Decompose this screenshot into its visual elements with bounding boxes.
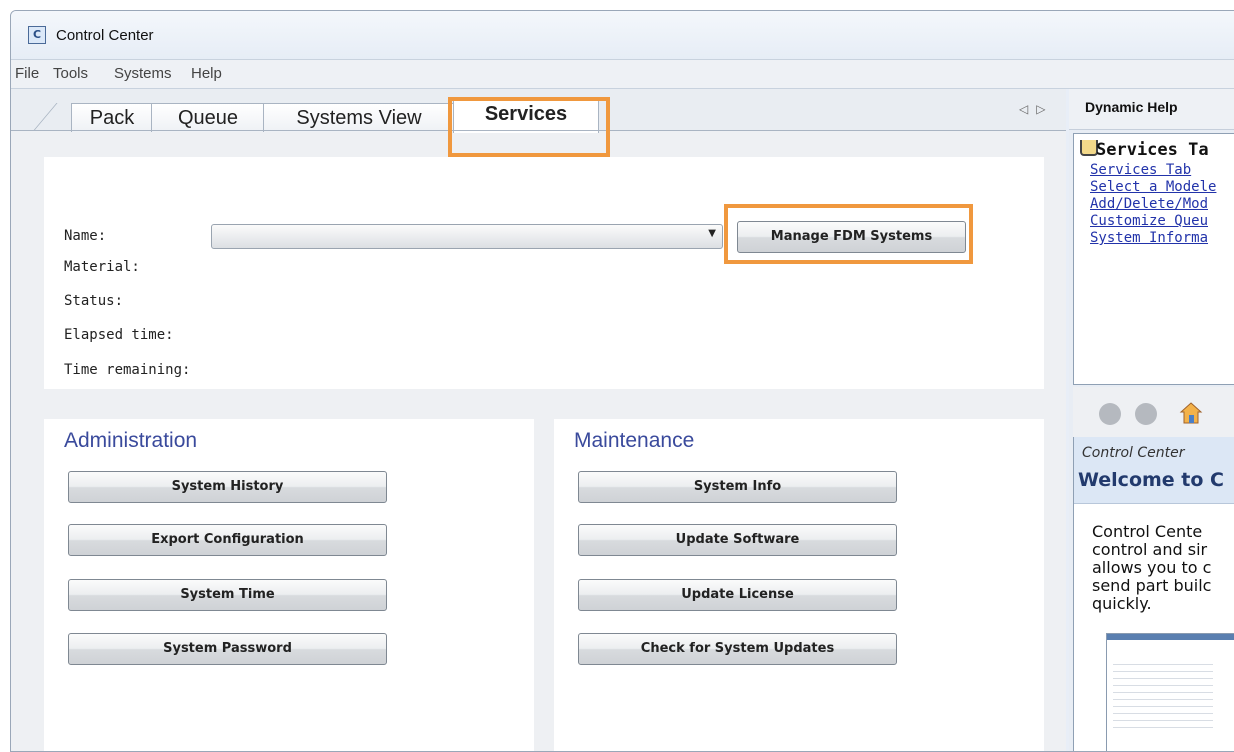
forward-arrow-icon[interactable] <box>1135 403 1157 425</box>
material-label: Material: <box>64 259 140 275</box>
dropdown-arrow-icon: ▼ <box>708 228 716 239</box>
help-link-add-delete-modify[interactable]: Add/Delete/Mod <box>1090 196 1208 212</box>
tab-queue[interactable]: Queue <box>151 103 265 132</box>
administration-section: Administration System History Export Con… <box>44 419 534 751</box>
menu-tools[interactable]: Tools <box>53 65 88 82</box>
elapsed-time-label: Elapsed time: <box>64 327 174 343</box>
help-link-system-information[interactable]: System Informa <box>1090 230 1208 246</box>
help-content-panel: Control Center Welcome to C Control Cent… <box>1073 437 1234 751</box>
control-center-window: C Control Center File Tools Systems Help… <box>10 10 1234 752</box>
help-banner-subtitle: Control Center <box>1082 445 1185 461</box>
system-time-button[interactable]: System Time <box>68 579 387 611</box>
update-software-button[interactable]: Update Software <box>578 524 897 556</box>
help-link-services-tab[interactable]: Services Tab <box>1090 162 1191 178</box>
help-topics-panel: Services Ta Services Tab Select a Modele… <box>1073 133 1234 385</box>
home-icon[interactable] <box>1179 401 1203 425</box>
maintenance-title: Maintenance <box>574 429 695 452</box>
tab-scroll-right-icon[interactable]: ▷ <box>1036 102 1053 116</box>
help-body-line: Control Cente <box>1092 522 1203 541</box>
system-history-button[interactable]: System History <box>68 471 387 503</box>
services-tab-highlight <box>448 97 610 157</box>
name-label: Name: <box>64 228 107 244</box>
help-banner: Control Center Welcome to C <box>1074 437 1234 504</box>
menu-bar: File Tools Systems Help <box>11 59 1234 89</box>
help-link-customize-queue[interactable]: Customize Queu <box>1090 213 1208 229</box>
dynamic-help-header: Dynamic Help <box>1069 89 1234 130</box>
help-body-line: quickly. <box>1092 594 1152 613</box>
dynamic-help-title: Dynamic Help <box>1085 99 1178 115</box>
tab-scroll-arrows: ◁▷ <box>1019 102 1053 116</box>
help-body-line: send part builc <box>1092 576 1212 595</box>
main-pane: Pack Queue Systems View Services ◁▷ Name… <box>11 89 1066 751</box>
check-for-system-updates-button[interactable]: Check for System Updates <box>578 633 897 665</box>
help-body-line: allows you to c <box>1092 558 1212 577</box>
export-configuration-button[interactable]: Export Configuration <box>68 524 387 556</box>
tab-systems-view[interactable]: Systems View <box>263 103 455 132</box>
update-license-button[interactable]: Update License <box>578 579 897 611</box>
administration-title: Administration <box>64 429 198 452</box>
help-body-text: Control Cente control and sir allows you… <box>1092 523 1234 613</box>
help-heading: Services Ta <box>1096 140 1209 160</box>
system-info-panel: Name: Material: Status: Elapsed time: Ti… <box>44 157 1044 389</box>
system-password-button[interactable]: System Password <box>68 633 387 665</box>
menu-systems[interactable]: Systems <box>114 65 172 82</box>
menu-file[interactable]: File <box>15 65 39 82</box>
maintenance-section: Maintenance System Info Update Software … <box>554 419 1044 751</box>
time-remaining-label: Time remaining: <box>64 362 191 378</box>
system-info-button[interactable]: System Info <box>578 471 897 503</box>
tab-scroll-left-icon[interactable]: ◁ <box>1019 102 1036 116</box>
help-link-select-modeler[interactable]: Select a Modele <box>1090 179 1216 195</box>
manage-button-highlight <box>724 204 973 264</box>
back-arrow-icon[interactable] <box>1099 403 1121 425</box>
help-navigation-bar <box>1073 387 1234 437</box>
menu-help[interactable]: Help <box>191 65 222 82</box>
system-name-select[interactable]: ▼ <box>211 224 723 249</box>
help-banner-title: Welcome to C <box>1078 469 1224 491</box>
dynamic-help-pane: Dynamic Help Services Ta Services Tab Se… <box>1069 89 1234 751</box>
title-bar: C Control Center <box>11 11 1234 59</box>
control-center-app-icon: C <box>28 26 46 44</box>
window-title: Control Center <box>56 27 154 44</box>
status-label: Status: <box>64 293 124 309</box>
help-body-line: control and sir <box>1092 540 1208 559</box>
tab-pack[interactable]: Pack <box>71 103 153 132</box>
help-screenshot-thumbnail <box>1106 633 1234 751</box>
